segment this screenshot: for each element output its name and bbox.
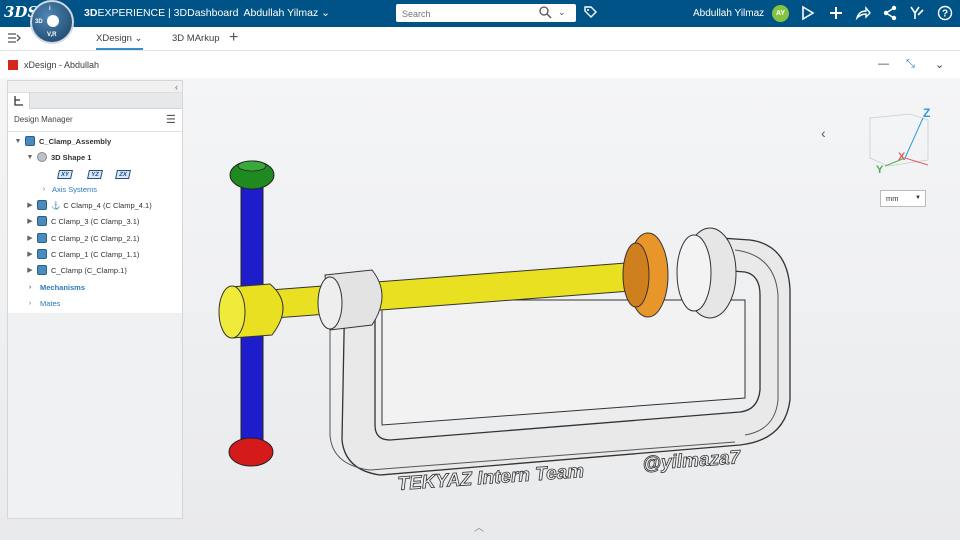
tree-node-3d-shape[interactable]: ▼ 3D Shape 1: [26, 150, 91, 164]
add-icon[interactable]: [828, 5, 844, 21]
platform-title[interactable]: 3DEXPERIENCE | 3DDashboard Abdullah Yilma…: [84, 7, 330, 19]
handle-cap-top-face: [237, 160, 267, 172]
plane-zx-icon[interactable]: ZX: [115, 170, 131, 179]
panel-title: Design Manager: [14, 115, 73, 124]
tab-xdesign[interactable]: XDesign ⌄: [96, 33, 143, 50]
search-icon[interactable]: [539, 6, 552, 19]
assembly-icon: [25, 136, 35, 146]
tools-icon[interactable]: [909, 5, 925, 21]
dropdown-arrow-icon: ▼: [915, 195, 921, 201]
minimize-icon[interactable]: —: [878, 58, 889, 70]
axis-x-label: X: [898, 151, 906, 163]
search-dropdown-icon[interactable]: ⌄: [558, 7, 566, 18]
panel-menu-icon[interactable]: ☰: [166, 113, 176, 126]
screw-head-face: [218, 285, 246, 339]
part-icon: [37, 265, 47, 275]
part-icon: [37, 249, 47, 259]
avatar[interactable]: AY: [772, 5, 789, 22]
axis-triad[interactable]: Z X Y: [869, 106, 930, 176]
panel-empty-area: [8, 313, 182, 518]
clamp-frame-window: [381, 299, 746, 426]
fixed-jaw-face: [676, 234, 712, 312]
tree-node-clamp-2[interactable]: ▶ C Clamp_2 (C Clamp_2.1): [26, 231, 139, 245]
tree-node-c-clamp[interactable]: ▶ C_Clamp (C_Clamp.1): [26, 263, 127, 277]
design-manager-panel: ‹ Design Manager ☰ ▼ C_Clamp_Assembly ▼ 3D…: [7, 80, 183, 519]
action-bar-toggle-icon[interactable]: ︿: [474, 519, 484, 534]
tree-tab[interactable]: [8, 93, 30, 109]
network-icon[interactable]: [882, 5, 898, 21]
tab-bar: XDesign ⌄ 3D MArkup +: [0, 27, 960, 51]
xdesign-app-icon: [8, 60, 18, 70]
compass-icon[interactable]: i 3D V,R: [30, 0, 74, 44]
help-icon[interactable]: ?: [937, 5, 953, 21]
svg-text:?: ?: [942, 9, 948, 20]
handle-cap-bottom: [228, 437, 274, 467]
tree-node-clamp-3[interactable]: ▶ C Clamp_3 (C Clamp_3.1): [26, 214, 139, 228]
part-icon: [37, 200, 47, 210]
tag-icon[interactable]: [583, 5, 598, 20]
expand-panel-icon[interactable]: ‹: [821, 125, 826, 141]
app-title: xDesign - Abdullah: [24, 60, 100, 70]
anchor-icon: ⚓: [51, 200, 61, 210]
search-input[interactable]: [396, 5, 526, 23]
swivel-pad-face: [622, 242, 650, 308]
tree-node-clamp-4[interactable]: ▶ ⚓ C Clamp_4 (C Clamp_4.1): [26, 198, 152, 212]
tree-node-clamp-1[interactable]: ▶ C Clamp_1 (C Clamp_1.1): [26, 247, 139, 261]
panel-tabs: [8, 93, 182, 109]
tree-node-axis-systems[interactable]: › Axis Systems: [40, 182, 97, 196]
user-name[interactable]: Abdullah Yilmaz: [693, 8, 764, 19]
tree-node-mates[interactable]: › Mates: [26, 296, 61, 310]
axis-z-label: Z: [923, 106, 930, 120]
share-compass-icon[interactable]: [800, 5, 816, 21]
tree-icon: [14, 96, 23, 106]
part-icon: [37, 233, 47, 243]
add-tab-icon[interactable]: +: [229, 29, 238, 47]
part-icon: [37, 216, 47, 226]
shape-icon: [37, 152, 47, 162]
plane-xy-icon[interactable]: XY: [57, 170, 73, 179]
tab-3d-markup[interactable]: 3D MArkup: [172, 33, 220, 44]
side-menu-icon[interactable]: [7, 32, 21, 44]
collapse-icon[interactable]: ⤡: [906, 58, 915, 71]
plane-yz-icon[interactable]: YZ: [87, 170, 103, 179]
top-bar: 3DS 3DEXPERIENCE | 3DDashboard Abdullah Y…: [0, 0, 960, 27]
axis-y-label: Y: [876, 164, 884, 176]
unit-select[interactable]: mm ▼: [880, 190, 926, 207]
share-icon[interactable]: [855, 5, 871, 21]
compass-hub: [47, 15, 59, 27]
search-box[interactable]: ⌄: [396, 4, 576, 23]
tree-node-assembly[interactable]: ▼ C_Clamp_Assembly: [14, 134, 111, 148]
divider: [8, 131, 182, 132]
tree-node-mechanisms[interactable]: › Mechanisms: [26, 280, 85, 294]
frame-collar-face: [317, 276, 343, 330]
collapse-panel-icon[interactable]: ‹: [8, 81, 182, 93]
window-menu-icon[interactable]: ⌄: [935, 58, 944, 71]
app-header: xDesign - Abdullah — ⤡ ⌄: [0, 52, 960, 78]
